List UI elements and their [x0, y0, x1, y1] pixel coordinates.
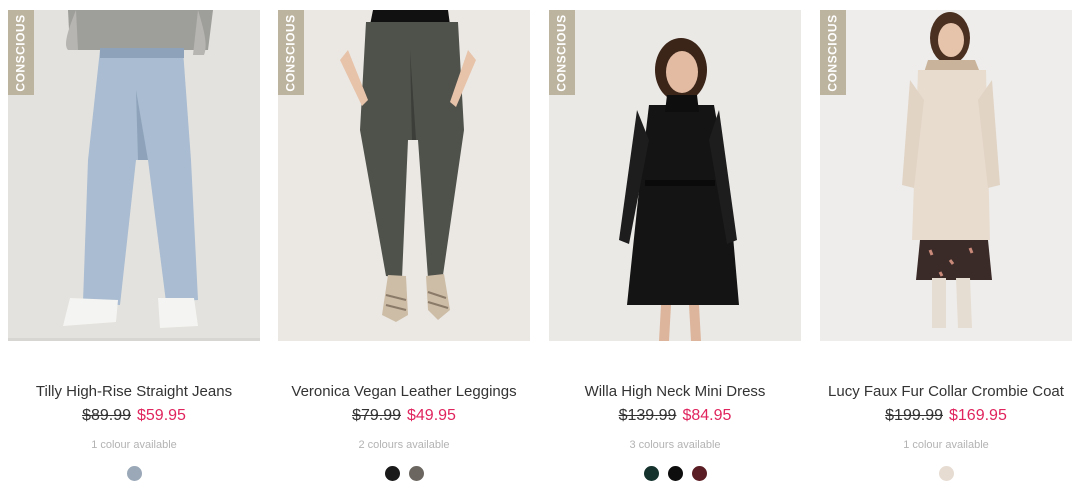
colours-available: 1 colour available [903, 439, 989, 451]
colour-swatches [820, 466, 1072, 481]
colour-swatch[interactable] [691, 466, 707, 481]
original-price: $139.99 [618, 407, 677, 424]
colours-available: 1 colour available [91, 439, 177, 451]
conscious-badge: CONSCIOUS [549, 10, 575, 95]
sale-price: $49.95 [407, 407, 456, 424]
sale-price: $169.95 [949, 407, 1007, 424]
product-image[interactable]: CONSCIOUS [549, 10, 801, 341]
sale-price: $59.95 [137, 407, 186, 424]
conscious-badge: CONSCIOUS [820, 10, 846, 95]
badge-label: CONSCIOUS [284, 13, 298, 92]
product-name[interactable]: Lucy Faux Fur Collar Crombie Coat [810, 383, 1080, 400]
conscious-badge: CONSCIOUS [8, 10, 34, 95]
price-group: $79.99 $49.95 [278, 407, 530, 425]
colours-available: 2 colours available [358, 439, 450, 451]
product-name[interactable]: Veronica Vegan Leather Leggings [268, 383, 540, 400]
price-group: $139.99 $84.95 [549, 407, 801, 425]
colour-swatch[interactable] [408, 466, 424, 481]
original-price: $79.99 [352, 407, 401, 424]
product-card[interactable]: CONSCIOUS Tilly High-Rise Straight Jeans… [8, 10, 260, 490]
product-card[interactable]: CONSCIOUS Veronica Vegan Leather Legging… [278, 10, 530, 490]
colours-available: 3 colours available [629, 439, 721, 451]
price-group: $89.99 $59.95 [8, 407, 260, 425]
colour-swatch[interactable] [938, 466, 954, 481]
colour-swatch[interactable] [667, 466, 683, 481]
product-name[interactable]: Tilly High-Rise Straight Jeans [0, 383, 270, 400]
product-grid: CONSCIOUS Tilly High-Rise Straight Jeans… [0, 0, 1080, 502]
colour-swatches [278, 466, 530, 481]
badge-label: CONSCIOUS [826, 13, 840, 92]
product-name[interactable]: Willa High Neck Mini Dress [539, 383, 811, 400]
conscious-badge: CONSCIOUS [278, 10, 304, 95]
colour-swatch[interactable] [643, 466, 659, 481]
colour-swatch[interactable] [126, 466, 142, 481]
product-card[interactable]: CONSCIOUS Lucy Faux Fur Collar Crombie C… [820, 10, 1072, 490]
product-image[interactable]: CONSCIOUS [8, 10, 260, 341]
price-group: $199.99 $169.95 [820, 407, 1072, 425]
badge-label: CONSCIOUS [14, 13, 28, 92]
sale-price: $84.95 [682, 407, 732, 424]
colour-swatch[interactable] [384, 466, 400, 481]
original-price: $199.99 [885, 407, 943, 424]
product-image[interactable]: CONSCIOUS [278, 10, 530, 341]
product-card[interactable]: CONSCIOUS Willa High Neck Mini Dress $13… [549, 10, 801, 490]
badge-label: CONSCIOUS [555, 13, 569, 92]
colour-swatches [549, 466, 801, 481]
product-image[interactable]: CONSCIOUS [820, 10, 1072, 341]
original-price: $89.99 [82, 407, 131, 424]
colour-swatches [8, 466, 260, 481]
